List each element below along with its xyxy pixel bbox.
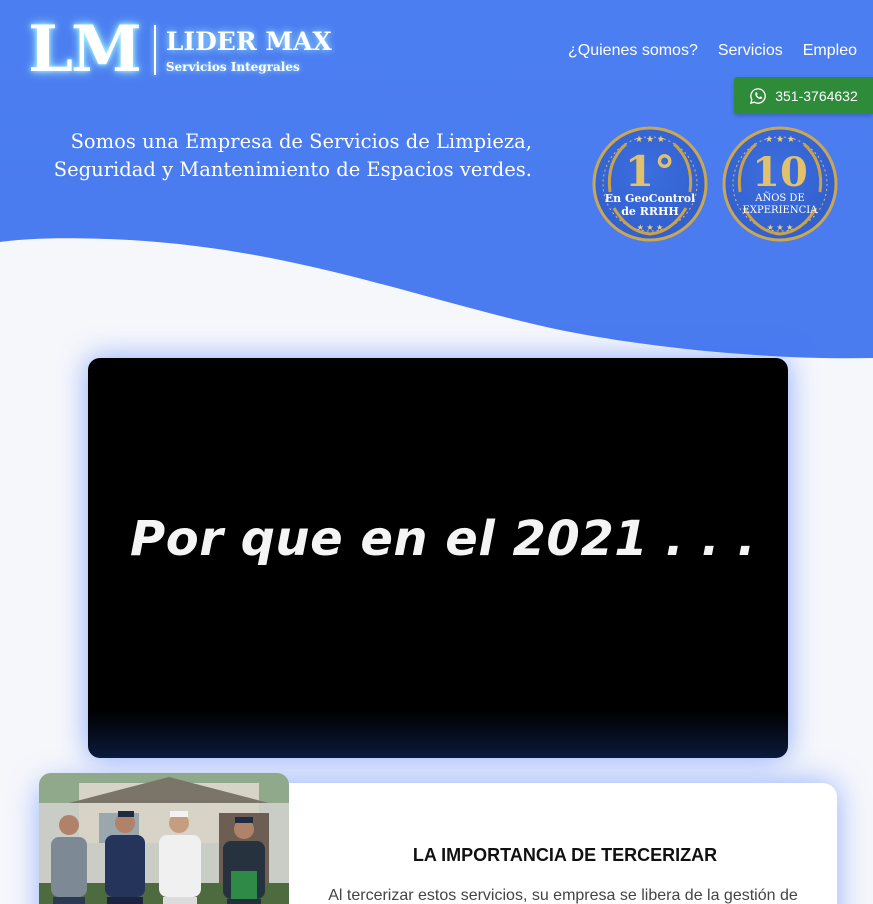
whatsapp-icon	[750, 87, 767, 104]
nav-item-servicios[interactable]: Servicios	[718, 42, 783, 60]
hero-tagline: Somos una Empresa de Servicios de Limpie…	[40, 128, 532, 184]
section-text: Al tercerizar estos servicios, su empres…	[328, 887, 798, 904]
badge-1-line1: En GeoControl	[605, 192, 695, 205]
badge-experiencia: ★ ★ ★ 10 AÑOS DE EXPERIENCIA ★ ★ ★	[718, 122, 842, 246]
svg-text:★ ★ ★: ★ ★ ★	[635, 135, 665, 145]
laurel-badge-icon: ★ ★ ★ 10 AÑOS DE EXPERIENCIA ★ ★ ★	[722, 126, 838, 242]
badge-1-big: 1°	[625, 147, 675, 196]
svg-text:★ ★ ★: ★ ★ ★	[637, 223, 664, 232]
badge-1-line2: de RRHH	[621, 205, 679, 218]
hero-tagline-line2: Seguridad y Mantenimiento de Espacios ve…	[53, 158, 532, 181]
svg-text:★ ★ ★: ★ ★ ★	[767, 223, 794, 232]
whatsapp-number: 351-3764632	[775, 87, 858, 104]
laurel-badge-icon: ★ ★ ★ 1° En GeoControl de RRHH ★ ★ ★	[592, 126, 708, 242]
brand-name: LIDER MAX	[165, 26, 332, 56]
team-photo-image	[39, 773, 289, 904]
section-title: LA IMPORTANCIA DE TERCERIZAR	[412, 845, 718, 865]
badge-2-line1: AÑOS DE	[754, 192, 805, 204]
video-player[interactable]: Por que en el 2021 . . .	[88, 358, 788, 758]
nav-item-empleo[interactable]: Empleo	[803, 42, 857, 60]
badge-2-big: 10	[752, 149, 808, 196]
main-nav: ¿Quienes somos? Servicios Empleo	[568, 42, 857, 60]
logo-mark: LM	[28, 12, 142, 87]
badge-geocontrol: ★ ★ ★ 1° En GeoControl de RRHH ★ ★ ★	[588, 122, 712, 246]
badge-2-line2: EXPERIENCIA	[743, 205, 819, 216]
logo-divider	[153, 25, 156, 75]
video-title: Por que en el 2021 . . .	[130, 511, 756, 567]
nav-item-quienes-somos[interactable]: ¿Quienes somos?	[568, 42, 698, 60]
hero-tagline-line1: Somos una Empresa de Servicios de Limpie…	[70, 130, 532, 153]
brand-subtitle: Servicios Integrales	[165, 59, 300, 74]
brand-logo[interactable]: LM LIDER MAX Servicios Integrales	[28, 18, 332, 82]
team-photo	[39, 773, 289, 904]
whatsapp-button[interactable]: 351-3764632	[734, 77, 873, 114]
svg-text:★ ★ ★: ★ ★ ★	[765, 135, 795, 145]
